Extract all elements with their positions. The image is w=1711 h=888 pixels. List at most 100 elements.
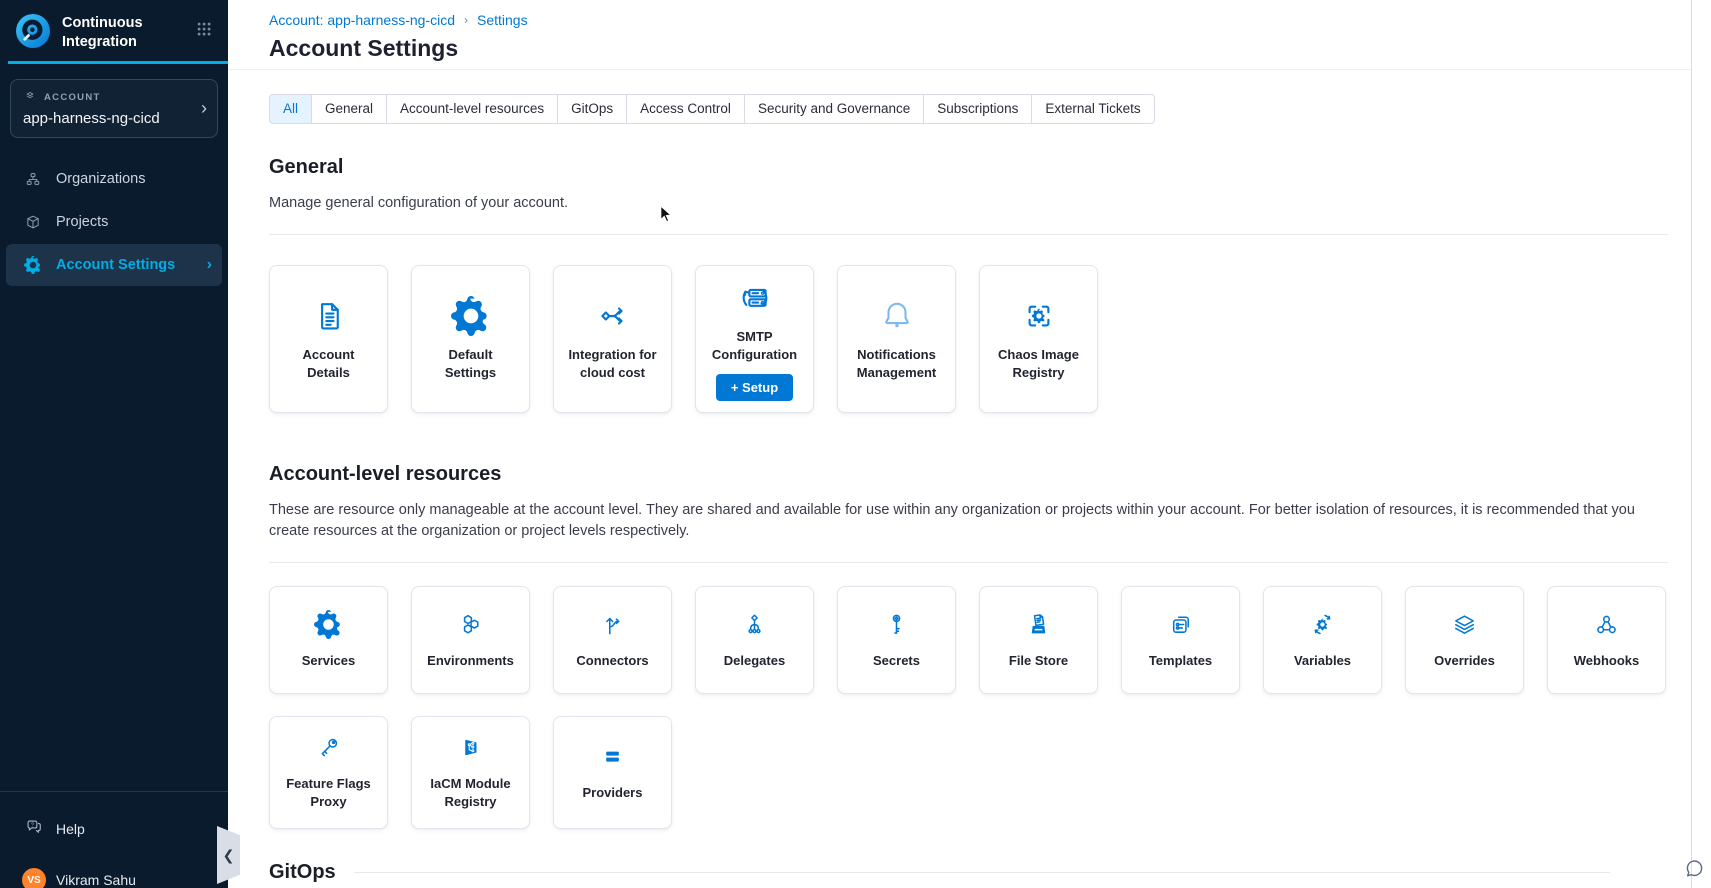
tab-all[interactable]: All: [269, 94, 312, 124]
account-level-description: These are resource only manageable at th…: [269, 500, 1668, 542]
card-templates[interactable]: Templates: [1121, 586, 1240, 694]
support-chat-icon[interactable]: [1681, 856, 1708, 883]
section-gitops: GitOps: [269, 861, 1668, 884]
card-webhooks[interactable]: Webhooks: [1547, 586, 1666, 694]
providers-icon: [598, 742, 627, 771]
card-label: Notifications Management: [848, 346, 946, 382]
tab-access-control[interactable]: Access Control: [626, 94, 745, 124]
divider: [269, 234, 1668, 235]
sidebar-item-projects[interactable]: Projects: [0, 201, 228, 243]
card-label: Connectors: [576, 652, 648, 670]
apps-grid-icon[interactable]: [194, 19, 214, 44]
card-label: Account Details: [280, 346, 378, 382]
card-label: Chaos Image Registry: [990, 346, 1088, 382]
card-services[interactable]: Services: [269, 586, 388, 694]
card-delegates[interactable]: Delegates: [695, 586, 814, 694]
card-label: Secrets: [873, 652, 920, 670]
general-description: Manage general configuration of your acc…: [269, 193, 1668, 214]
module-accent-bar: [8, 61, 228, 64]
card-label: Webhooks: [1574, 652, 1640, 670]
file-store-icon: [1024, 610, 1053, 639]
smtp-configuration-icon: [735, 278, 775, 318]
user-menu[interactable]: VS Vikram Sahu: [22, 868, 228, 888]
secrets-icon: [882, 610, 911, 639]
card-label: Templates: [1149, 652, 1212, 670]
section-account-level-resources: Account-level resources These are resour…: [269, 463, 1668, 828]
main-panel: Account: app-harness-ng-cicd › Settings A…: [228, 0, 1692, 888]
connectors-icon: [598, 610, 627, 639]
page-title: Account Settings: [269, 35, 1692, 62]
card-smtp-configuration[interactable]: SMTP Configuration + Setup: [695, 265, 814, 413]
card-connectors[interactable]: Connectors: [553, 586, 672, 694]
card-environments[interactable]: Environments: [411, 586, 530, 694]
account-level-heading: Account-level resources: [269, 463, 1668, 486]
account-stack-icon: [23, 89, 37, 106]
divider: [354, 872, 1610, 873]
account-label: ACCOUNT: [44, 92, 101, 103]
card-file-store[interactable]: File Store: [979, 586, 1098, 694]
card-integration-for-cloud-cost[interactable]: Integration for cloud cost: [553, 265, 672, 413]
page-content: AllGeneralAccount-level resourcesGitOpsA…: [228, 70, 1668, 884]
account-settings-icon: [24, 256, 42, 274]
feature-flags-proxy-icon: [314, 733, 343, 762]
card-providers[interactable]: Providers: [553, 716, 672, 828]
account-details-icon: [309, 296, 349, 336]
svg-text:?: ?: [31, 822, 34, 828]
services-icon: [314, 610, 343, 639]
breadcrumb-link[interactable]: Settings: [477, 12, 528, 28]
section-general: General Manage general configuration of …: [269, 156, 1668, 413]
templates-icon: [1166, 610, 1195, 639]
card-notifications-management[interactable]: Notifications Management: [837, 265, 956, 413]
card-default-settings[interactable]: Default Settings: [411, 265, 530, 413]
webhooks-icon: [1592, 610, 1621, 639]
smtp-setup-button[interactable]: + Setup: [716, 374, 793, 401]
card-overrides[interactable]: Overrides: [1405, 586, 1524, 694]
card-variables[interactable]: Variables: [1263, 586, 1382, 694]
card-feature-flags-proxy[interactable]: Feature Flags Proxy: [269, 716, 388, 828]
sidebar-item-label: Projects: [56, 214, 108, 230]
tab-gitops[interactable]: GitOps: [557, 94, 627, 124]
card-label: Feature Flags Proxy: [280, 775, 378, 811]
default-settings-icon: [451, 296, 491, 336]
card-label: Integration for cloud cost: [564, 346, 662, 382]
variables-icon: [1308, 610, 1337, 639]
projects-icon: [24, 213, 42, 231]
help-button[interactable]: ? Help: [24, 817, 228, 840]
card-label: IaCM Module Registry: [422, 775, 520, 811]
breadcrumb-link[interactable]: Account: app-harness-ng-cicd: [269, 12, 455, 28]
harness-ci-logo: [16, 14, 50, 48]
account-name: app-harness-ng-cicd: [23, 110, 191, 127]
divider: [269, 562, 1668, 563]
card-chaos-image-registry[interactable]: Chaos Image Registry: [979, 265, 1098, 413]
tab-external-tickets[interactable]: External Tickets: [1031, 94, 1154, 124]
card-label: Providers: [583, 784, 643, 802]
sidebar-brand-row: Continuous Integration: [0, 0, 228, 52]
organizations-icon: [24, 170, 42, 188]
sidebar-footer: ? Help VS Vikram Sahu: [0, 791, 228, 888]
settings-tab-bar: AllGeneralAccount-level resourcesGitOpsA…: [269, 94, 1155, 124]
general-cards-grid: Account Details Default Settings Integra…: [269, 265, 1668, 413]
module-title: Continuous Integration: [62, 14, 162, 52]
environments-icon: [456, 610, 485, 639]
scrollbar-track[interactable]: [1691, 0, 1711, 888]
tab-general[interactable]: General: [311, 94, 387, 124]
breadcrumb-separator: ›: [464, 13, 468, 27]
tab-account-level-resources[interactable]: Account-level resources: [386, 94, 558, 124]
sidebar-collapse-handle[interactable]: ❮: [217, 826, 240, 884]
card-label: Services: [302, 652, 356, 670]
card-account-details[interactable]: Account Details: [269, 265, 388, 413]
sidebar-item-account-settings[interactable]: Account Settings ›: [6, 244, 222, 286]
card-iacm-module-registry[interactable]: IaCM Module Registry: [411, 716, 530, 828]
card-label: Default Settings: [422, 346, 520, 382]
card-label: Variables: [1294, 652, 1351, 670]
sidebar-menu: Organizations Projects Account Settings …: [0, 158, 228, 286]
chevron-right-icon: ›: [201, 99, 207, 117]
tab-security-and-governance[interactable]: Security and Governance: [744, 94, 924, 124]
account-selector[interactable]: ACCOUNT app-harness-ng-cicd ›: [10, 79, 218, 138]
help-chat-icon: ?: [24, 817, 44, 840]
card-secrets[interactable]: Secrets: [837, 586, 956, 694]
tab-subscriptions[interactable]: Subscriptions: [923, 94, 1032, 124]
overrides-icon: [1450, 610, 1479, 639]
sidebar-item-organizations[interactable]: Organizations: [0, 158, 228, 200]
user-name: Vikram Sahu: [56, 872, 136, 888]
